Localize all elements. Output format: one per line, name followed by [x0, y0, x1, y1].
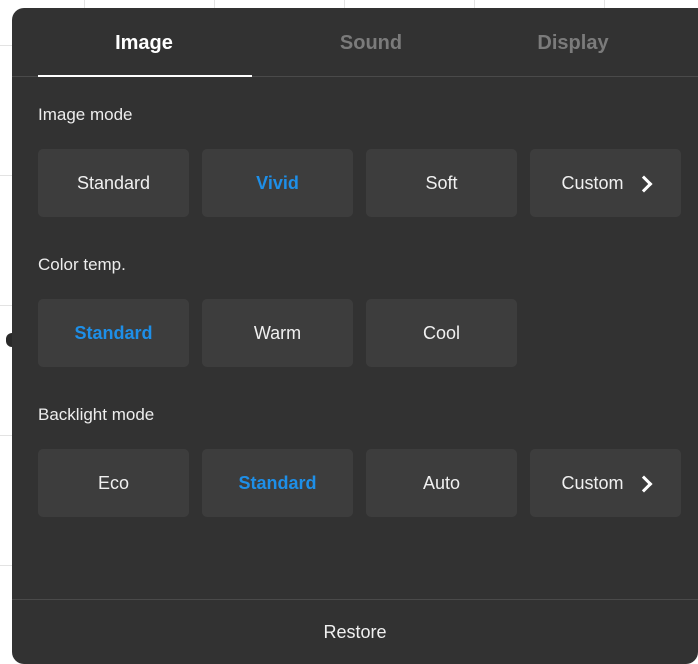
color-temp-warm-button[interactable]: Warm [202, 299, 353, 367]
color-temp-standard-button[interactable]: Standard [38, 299, 189, 367]
option-label: Warm [253, 322, 302, 343]
tab-sound[interactable]: Sound [291, 32, 451, 55]
image-mode-soft-button[interactable]: Soft [366, 149, 517, 217]
active-tab-indicator [38, 75, 252, 77]
option-label: Standard [238, 472, 317, 493]
color-temp-cool-button[interactable]: Cool [366, 299, 517, 367]
tab-display[interactable]: Display [493, 32, 653, 55]
option-label: Vivid [256, 172, 299, 193]
option-label: Cool [422, 322, 461, 343]
chevron-right-icon [635, 475, 652, 492]
restore-button[interactable]: Restore [12, 599, 698, 664]
tab-bar: Image Sound Display [12, 8, 698, 77]
chevron-right-icon [635, 175, 652, 192]
image-mode-standard-button[interactable]: Standard [38, 149, 189, 217]
image-mode-label: Image mode [38, 105, 133, 124]
option-label: Eco [97, 472, 130, 493]
image-mode-vivid-button[interactable]: Vivid [202, 149, 353, 217]
backlight-mode-label: Backlight mode [38, 405, 155, 424]
option-label: Custom [561, 172, 624, 193]
tab-image[interactable]: Image [64, 32, 224, 55]
backlight-mode-standard-button[interactable]: Standard [202, 449, 353, 517]
option-label: Standard [76, 172, 151, 193]
option-label: Standard [74, 322, 153, 343]
option-label: Custom [561, 472, 624, 493]
picture-settings-panel: Image Sound Display Image mode Standard … [12, 8, 698, 664]
color-temp-label: Color temp. [38, 255, 126, 274]
backlight-mode-custom-button[interactable]: Custom [530, 449, 681, 517]
backlight-mode-auto-button[interactable]: Auto [366, 449, 517, 517]
image-mode-custom-button[interactable]: Custom [530, 149, 681, 217]
option-label: Auto [422, 472, 461, 493]
restore-label: Restore [323, 622, 387, 642]
option-label: Soft [425, 172, 458, 193]
backlight-mode-eco-button[interactable]: Eco [38, 449, 189, 517]
